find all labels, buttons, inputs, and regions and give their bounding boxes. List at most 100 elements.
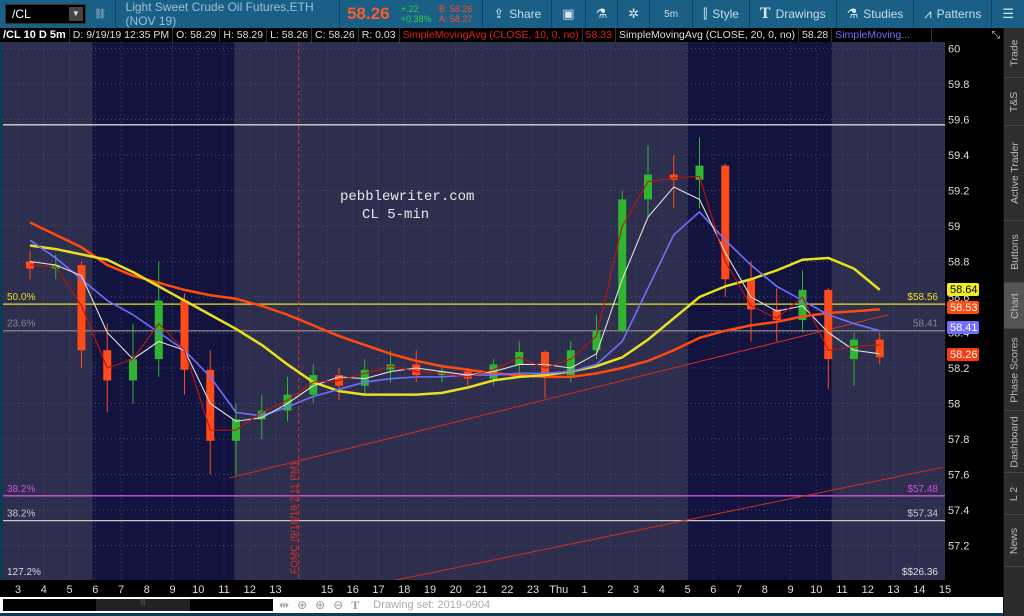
time-tick-label: 22 [501,584,513,596]
study-sma10[interactable]: SimpleMovingAvg (CLOSE, 10, 0, no) [400,28,583,42]
sidebar-tab-l-2[interactable]: L 2 [1004,473,1024,515]
patterns-label: Patterns [936,7,982,21]
sidebar-tab-label: Active Trader [1008,142,1021,204]
sidebar-tab-label: Buttons [1008,233,1021,270]
studies-label: Studies [863,7,904,21]
pan-icon[interactable]: ⇹ [279,598,289,613]
time-tick-label: 21 [475,584,487,596]
timeframe-button[interactable]: 5m [649,0,692,28]
price-badge-label: 58.26 [950,349,978,361]
ask: A: 58.27 [438,14,473,24]
bid-ask: B: 58.26 A: 58.27 [435,4,483,24]
time-tick-label: 9 [169,584,175,596]
zoom-out-icon[interactable]: ⊖ [333,598,343,613]
sidebar-tab-active-trader[interactable]: Active Trader [1004,126,1024,221]
menu-button[interactable]: ☰ [991,0,1024,28]
crosshair-icon[interactable]: ⊕ [297,598,307,613]
bar-date: D: 9/19/19 12:35 PM [70,28,174,42]
candle-body [541,352,549,376]
candle-body [412,364,421,376]
time-tick-label: 15 [939,584,951,596]
share-button[interactable]: ⇪ Share [482,0,551,28]
time-tick-label: 3 [15,584,21,596]
chevron-down-icon[interactable]: ▼ [68,7,83,21]
fib-level-right-label: 58.41 [913,319,938,330]
studies-button[interactable]: ⚗ Studies [835,0,914,28]
price-tick-label: 58.8 [948,257,969,269]
timeframe-label: 5m [664,8,679,20]
change-value: +.22 [400,4,419,14]
scrollbar-thumb[interactable]: ||| [96,599,190,611]
time-tick-label: 4 [41,584,47,596]
last-price: 58.26 [347,4,390,23]
offchart-right-label: $$26.36 [902,567,939,578]
time-tick-label: 8 [762,584,768,596]
sidebar-tab-trade[interactable]: Trade [1004,28,1024,78]
time-tick-label: 8 [144,584,150,596]
study-sma20[interactable]: SimpleMovingAvg (CLOSE, 20, 0, no) [616,28,799,42]
price-chart[interactable]: pebblewriter.com CL 5-min 50.0% $58.56 23.6%… [0,42,1003,597]
time-tick-label: 7 [736,584,742,596]
drawings-label: Drawings [775,7,826,21]
candle-body [103,350,112,381]
settings-button[interactable]: ✲ [617,0,649,28]
sidebar-tab-label: Chart [1008,292,1021,319]
candle-body [669,174,678,180]
time-tick-label: Thu [549,584,568,596]
price-badge-label: 58.53 [950,302,978,314]
time-tick-label: 1 [581,584,587,596]
fib-level-right-label: $57.48 [907,484,938,495]
price-tick-label: 58.2 [948,363,969,375]
session-band [687,42,832,580]
time-tick-label: 4 [659,584,665,596]
time-tick-label: 2 [607,584,613,596]
fib-level-left-label: 23.6% [7,319,35,330]
price-tick-label: 58 [948,399,960,411]
price-tick-label: 59.6 [948,115,969,127]
sidebar-tab-label: Dashboard [1008,415,1021,468]
sidebar-tab-label: T&S [1008,91,1021,112]
style-button[interactable]: ⫿ Style [692,0,749,28]
drawings-button[interactable]: T Drawings [748,0,836,28]
study-sma-other[interactable]: SimpleMoving... [832,28,933,42]
fib-level-right-label: $57.34 [907,509,938,520]
candle-body [850,339,858,360]
time-tick-label: 10 [192,584,204,596]
sidebar-tab-buttons[interactable]: Buttons [1004,221,1024,283]
sidebar-tab-phase-scores[interactable]: Phase Scores [1004,329,1024,411]
sidebar-tab-t-s[interactable]: T&S [1004,78,1024,126]
time-tick-label: 3 [633,584,639,596]
flask-button[interactable]: ⚗ [584,0,618,28]
price-tick-label: 59.2 [948,186,969,198]
time-tick-label: 12 [244,584,256,596]
sidebar-tab-dashboard[interactable]: Dashboard [1004,411,1024,473]
time-tick-label: 19 [424,584,436,596]
zoom-in-icon[interactable]: ⊕ [315,598,325,613]
symbol-input[interactable]: /CL ▼ [5,4,86,24]
bar-range: R: 0.03 [359,28,400,42]
expand-icon[interactable]: ⤡ [989,28,1003,42]
text-tool-icon[interactable]: T [351,598,359,613]
candle-icon: ⫿ [703,6,708,21]
left-edge [0,42,3,580]
sidebar-tab-news[interactable]: News [1004,515,1024,567]
drawing-set-selector[interactable]: Drawing set: 2019-0904 [373,599,490,611]
alert-button[interactable]: ▣ [551,0,584,28]
time-tick-label: 11 [218,584,229,596]
bar-low: L: 58.26 [267,28,313,42]
alert-icon: ▣ [562,6,575,21]
time-tick-label: 23 [527,584,539,596]
gear-icon: ✲ [628,6,640,21]
patterns-button[interactable]: ⩘ Patterns [913,0,991,28]
link-icon[interactable]: ⛓ [94,9,107,20]
horizontal-scrollbar[interactable]: ||| [3,599,273,611]
sidebar-tab-label: News [1008,527,1021,554]
time-tick-label: 10 [810,584,822,596]
sidebar-tab-chart[interactable]: Chart [1004,283,1024,329]
chart-bottom-bar: ||| ⇹ ⊕ ⊕ ⊖ T Drawing set: 2019-0904 [0,597,1003,613]
event-line-label: FOMC (9/18/19 2:11 PM) [290,462,301,574]
chart-title: /CL 10 D 5m [0,28,70,42]
bar-open: O: 58.29 [173,28,221,42]
share-label: Share [509,7,542,21]
flask-icon: ⚗ [846,6,859,21]
